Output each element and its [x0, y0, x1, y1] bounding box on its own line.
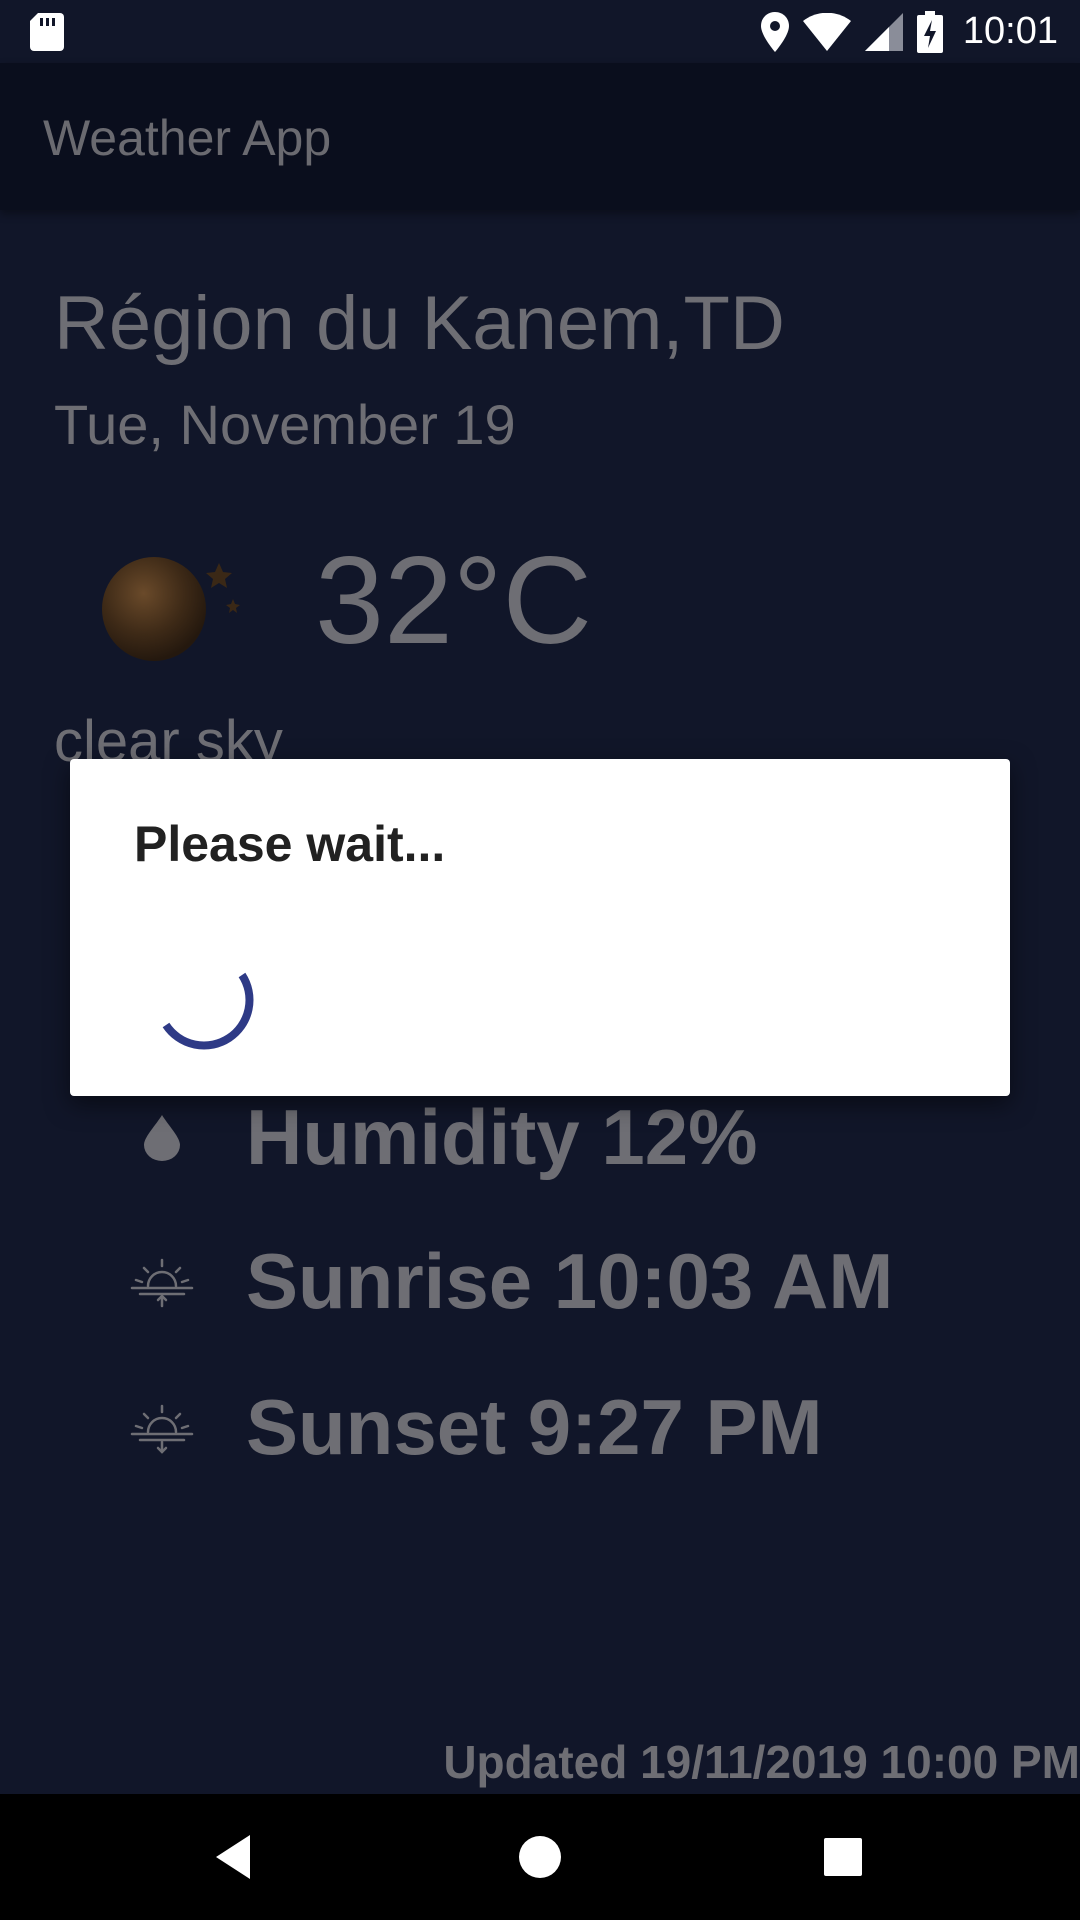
screen: 10:01 Weather App Région du Kanem,TD Tue…	[0, 0, 1080, 1920]
navigation-bar	[0, 1794, 1080, 1920]
loading-spinner-icon	[162, 972, 254, 1050]
progress-dialog: Please wait...	[70, 759, 1010, 1096]
home-icon[interactable]	[510, 1827, 570, 1887]
back-icon[interactable]	[208, 1827, 268, 1887]
dialog-title: Please wait...	[134, 816, 446, 872]
recents-icon[interactable]	[813, 1827, 873, 1887]
